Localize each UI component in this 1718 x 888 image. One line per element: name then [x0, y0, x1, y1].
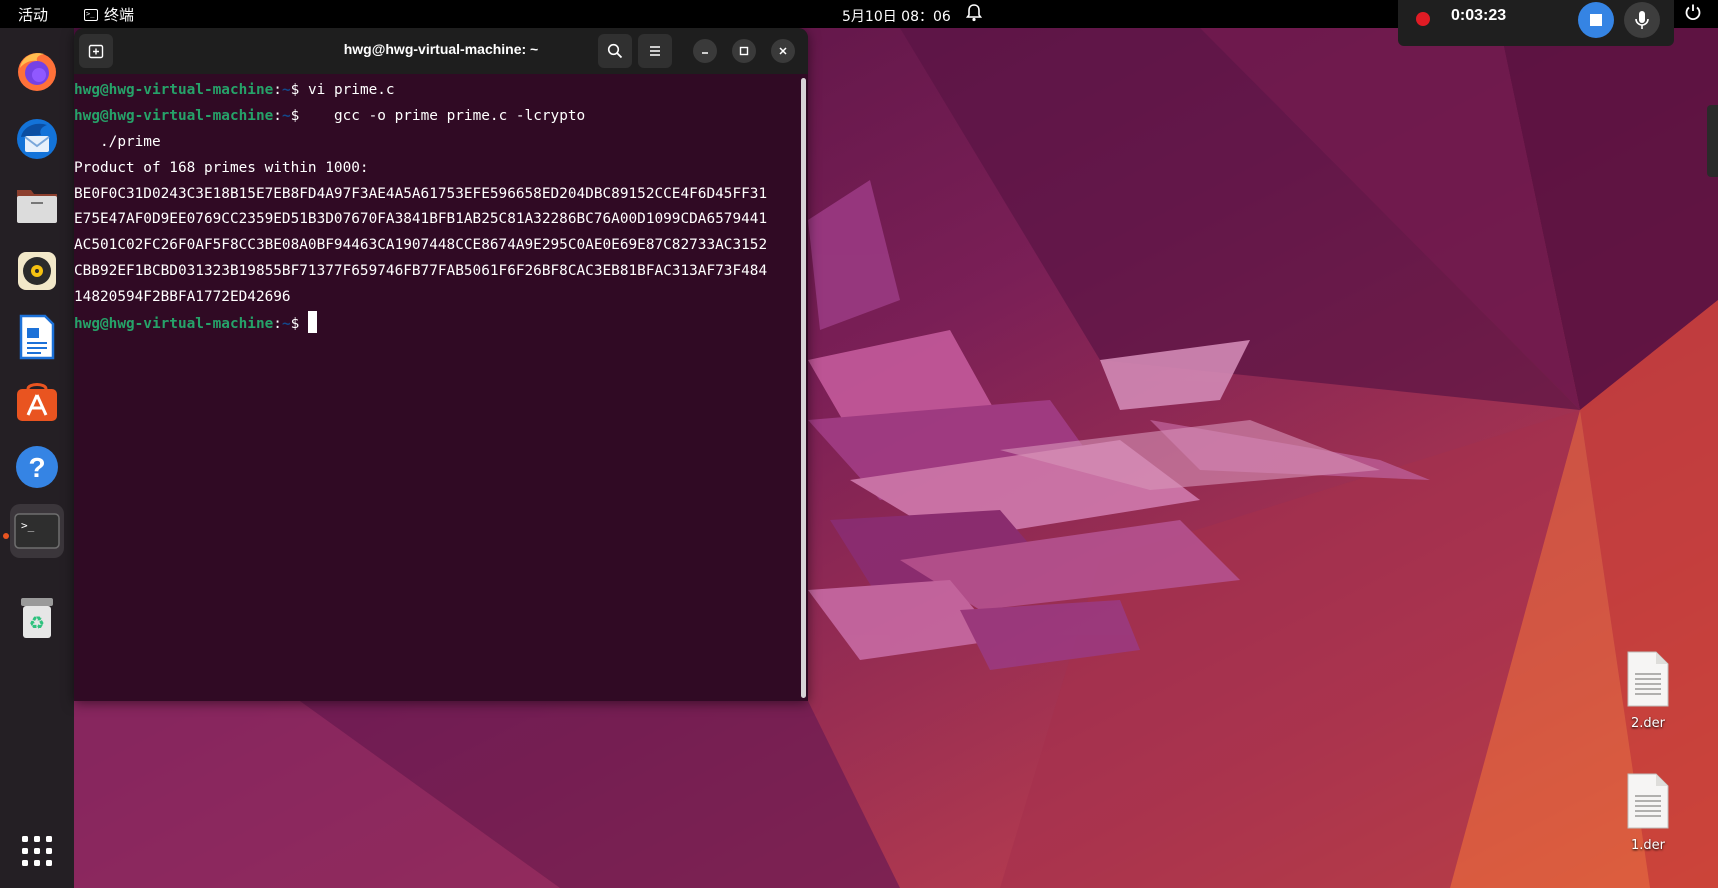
prompt-path: ~ [281, 107, 291, 124]
line-text: Product of 168 primes within 1000: [74, 159, 369, 176]
thunderbird-icon [17, 119, 57, 159]
app-menu[interactable]: >_ 终端 [84, 4, 134, 25]
prompt-line: hwg@hwg-virtual-machine:~$ gcc -o prime … [74, 104, 798, 130]
line-text: E75E47AF0D9EE0769CC2359ED51B3D07670FA384… [74, 211, 768, 228]
line-text: 14820594F2BBFA1772ED42696 [74, 289, 291, 306]
output-line: 14820594F2BBFA1772ED42696 [74, 285, 798, 311]
output-line: BE0F0C31D0243C3E18B15E7EB8FD4A97F3AE4A5A… [74, 182, 798, 208]
help-icon: ? [16, 446, 58, 488]
svg-text:?: ? [28, 452, 45, 483]
dock-help[interactable]: ? [10, 440, 64, 494]
document-file-icon [1627, 651, 1669, 707]
app-menu-label: 终端 [104, 6, 135, 24]
prompt-dollar: $ [290, 316, 300, 333]
recording-dot-icon [1416, 12, 1430, 26]
search-button[interactable] [598, 34, 632, 68]
menu-button[interactable] [638, 34, 672, 68]
prompt-user: hwg@hwg-virtual-machine [74, 82, 274, 98]
dock-thunderbird[interactable] [10, 112, 64, 166]
line-text: CBB92EF1BCBD031323B19855BF71377F659746FB… [74, 263, 768, 280]
stop-recording-button[interactable] [1578, 2, 1614, 38]
microphone-button[interactable] [1624, 2, 1660, 38]
command-text: gcc -o prime prime.c -lcrypto [299, 107, 586, 124]
output-line: Product of 168 primes within 1000: [74, 156, 798, 182]
dock: ? >_ ♻ [0, 28, 74, 888]
desktop-file-2der[interactable]: 2.der [1616, 650, 1680, 731]
dock-terminal[interactable]: >_ [10, 504, 64, 558]
dock-app-center[interactable] [10, 374, 64, 428]
prompt-dollar: $ [290, 82, 300, 98]
hamburger-menu-icon [650, 46, 660, 56]
recording-time: 0:03:23 [1451, 7, 1507, 24]
files-icon [17, 190, 57, 223]
prompt-line: hwg@hwg-virtual-machine:~$ [74, 311, 798, 337]
search-icon [607, 43, 623, 59]
document-file-icon [1627, 773, 1669, 829]
prompt-user: hwg@hwg-virtual-machine [74, 316, 274, 333]
line-text: AC501C02FC26F0AF5F8CC3BE08A0BF94463CA190… [74, 237, 768, 254]
output-line: AC501C02FC26F0AF5F8CC3BE08A0BF94463CA190… [74, 233, 798, 259]
line-text: ./prime [74, 133, 161, 150]
close-button[interactable] [771, 39, 795, 63]
file-label: 2.der [1631, 716, 1665, 731]
maximize-icon [739, 46, 749, 56]
show-apps-icon [22, 836, 52, 866]
file-label: 1.der [1631, 838, 1665, 853]
dock-rhythmbox[interactable] [10, 244, 64, 298]
svg-text:>_: >_ [21, 519, 35, 532]
clock[interactable]: 5月10日 08：06 [842, 6, 951, 26]
activities-button[interactable]: 活动 [18, 4, 48, 25]
microphone-icon [1635, 11, 1649, 29]
maximize-button[interactable] [732, 39, 756, 63]
command-text: vi prime.c [299, 82, 395, 98]
notification-bell-icon[interactable] [965, 4, 983, 26]
power-icon[interactable] [1684, 3, 1702, 25]
line-text: BE0F0C31D0243C3E18B15E7EB8FD4A97F3AE4A5A… [74, 185, 768, 202]
prompt-separator: : [273, 107, 282, 124]
dock-show-apps[interactable] [10, 824, 64, 878]
desktop-file-1der[interactable]: 1.der [1616, 772, 1680, 853]
screen-recorder-indicator: 0:03:23 [1398, 0, 1674, 46]
side-handle[interactable] [1707, 105, 1718, 177]
prompt-path: ~ [281, 316, 291, 333]
active-app-indicator [3, 533, 9, 539]
prompt-separator: : [273, 82, 282, 98]
firefox-icon [18, 53, 56, 91]
prompt-separator: : [273, 316, 282, 333]
output-line: CBB92EF1BCBD031323B19855BF71377F659746FB… [74, 259, 798, 285]
writer-icon [19, 314, 55, 360]
svg-text:♻: ♻ [29, 613, 45, 634]
terminal-output[interactable]: hwg@hwg-virtual-machine:~$ vi prime.c hwg… [74, 78, 798, 701]
terminal-window[interactable]: hwg@hwg-virtual-machine: ~ hwg@hwg-virtu… [74, 28, 808, 701]
prompt-dollar: $ [290, 107, 300, 124]
dock-writer[interactable] [10, 310, 64, 364]
dock-trash[interactable]: ♻ [10, 590, 64, 644]
prompt-user: hwg@hwg-virtual-machine [74, 107, 274, 124]
terminal-scrollbar[interactable] [801, 78, 806, 698]
prompt-path: ~ [281, 82, 291, 98]
dock-files[interactable] [10, 178, 64, 232]
minimize-icon [702, 52, 708, 54]
terminal-icon: >_ [14, 513, 60, 549]
terminal-small-icon: >_ [84, 8, 98, 21]
prompt-line: hwg@hwg-virtual-machine:~$ vi prime.c [74, 78, 798, 104]
close-icon [779, 47, 787, 55]
rhythmbox-icon [18, 252, 56, 290]
output-line: ./prime [74, 130, 798, 156]
minimize-button[interactable] [693, 39, 717, 63]
text-cursor [307, 311, 317, 334]
output-line: E75E47AF0D9EE0769CC2359ED51B3D07670FA384… [74, 207, 798, 233]
dock-firefox[interactable] [10, 44, 64, 98]
line-text [299, 316, 308, 332]
terminal-header-bar[interactable]: hwg@hwg-virtual-machine: ~ [74, 28, 808, 74]
trash-icon: ♻ [21, 598, 53, 638]
app-center-icon [17, 383, 57, 421]
